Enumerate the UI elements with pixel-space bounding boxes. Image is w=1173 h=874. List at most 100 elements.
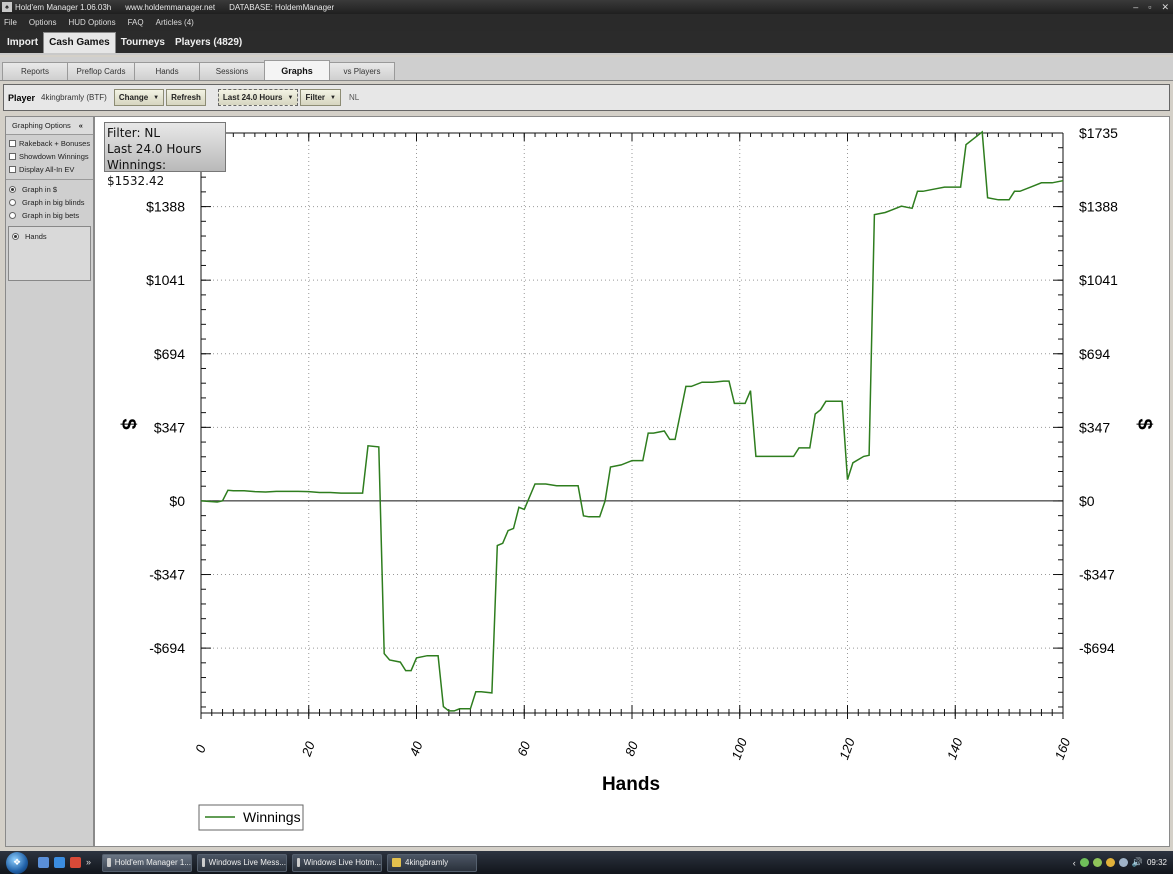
taskbar-item-label: Windows Live Mess...: [208, 858, 286, 867]
chevron-down-icon: ▼: [330, 94, 336, 101]
window-titlebar: ♠ Hold'em Manager 1.06.03h www.holdemman…: [0, 0, 1173, 14]
network-icon[interactable]: [1079, 858, 1089, 867]
x-tick-label: 0: [192, 742, 209, 755]
radio-icon: [9, 199, 16, 206]
menu-file[interactable]: File: [4, 18, 17, 27]
graph-in-big-bets-radio[interactable]: Graph in big bets: [6, 209, 93, 222]
menu-articles[interactable]: Articles (4): [156, 18, 194, 27]
more-icon[interactable]: »: [86, 857, 97, 868]
clock[interactable]: 09:32: [1147, 858, 1167, 867]
main-tabs: Import Cash Games Tourneys Players (4829…: [0, 31, 1173, 55]
graphing-options-header: Graphing Options «: [6, 117, 93, 135]
chevron-down-icon: ▼: [287, 94, 294, 101]
y-axis-label-right: $: [1133, 418, 1155, 429]
subtab-vs-players[interactable]: vs Players: [329, 62, 395, 80]
app-icon[interactable]: [70, 857, 81, 868]
subtab-graphs[interactable]: Graphs: [264, 60, 330, 80]
monitor-icon[interactable]: [1118, 858, 1128, 867]
graph-in-big-blinds-label: Graph in big blinds: [22, 198, 85, 207]
rakeback-label: Rakeback + Bonuses: [19, 139, 91, 148]
graph-in-dollars-label: Graph in $: [22, 185, 58, 194]
tab-tourneys[interactable]: Tourneys: [116, 33, 170, 53]
graph-in-dollars-radio[interactable]: Graph in $: [6, 183, 93, 196]
y-tick-label-left: $1041: [146, 272, 185, 288]
player-name: 4kingbramly (BTF): [41, 93, 107, 102]
refresh-button[interactable]: Refresh: [166, 89, 206, 106]
time-range-label: Last 24.0 Hours: [222, 93, 283, 102]
info-range: Last 24.0 Hours: [107, 142, 202, 156]
menu-options[interactable]: Options: [29, 18, 57, 27]
close-icon[interactable]: ✕: [1161, 2, 1169, 13]
tab-players[interactable]: Players (4829): [170, 33, 247, 53]
subtab-reports[interactable]: Reports: [2, 62, 68, 80]
y-tick-label-left: -$347: [149, 567, 185, 583]
website-link[interactable]: www.holdemmanager.net: [125, 3, 215, 12]
x-axis-options-box: Hands: [8, 226, 91, 281]
taskbar-item-hotmail[interactable]: Windows Live Hotm...: [292, 853, 382, 872]
volume-icon[interactable]: 🔊: [1132, 857, 1143, 868]
ie-icon[interactable]: [54, 857, 65, 868]
info-winnings: Winnings: $1532.42: [107, 158, 166, 188]
summary-info-box: Filter: NL Last 24.0 Hours Winnings: $15…: [104, 122, 226, 188]
all-in-ev-label: Display All-In EV: [19, 165, 75, 174]
show-desktop-icon[interactable]: [38, 857, 49, 868]
radio-icon: [12, 233, 19, 240]
showdown-winnings-checkbox[interactable]: Showdown Winnings: [6, 150, 93, 163]
database-label: DATABASE: HoldemManager: [229, 2, 335, 12]
y-tick-label-right: $694: [1079, 346, 1110, 362]
radio-icon: [9, 212, 16, 219]
y-tick-label-left: $347: [154, 419, 185, 435]
tray-app-icon[interactable]: [1092, 858, 1102, 867]
minimize-icon[interactable]: –: [1133, 2, 1138, 12]
info-filter: Filter: NL: [107, 126, 161, 140]
refresh-button-label: Refresh: [171, 93, 201, 102]
menu-faq[interactable]: FAQ: [128, 18, 144, 27]
y-axis-label-left: $: [117, 418, 139, 429]
legend: Winnings: [198, 804, 304, 831]
checkbox-icon: [9, 140, 16, 147]
start-button[interactable]: ❖: [6, 851, 28, 874]
quick-launch: »: [38, 857, 97, 868]
collapse-icon[interactable]: «: [79, 121, 83, 130]
graph-in-big-blinds-radio[interactable]: Graph in big blinds: [6, 196, 93, 209]
maximize-icon[interactable]: ▫: [1148, 2, 1151, 12]
taskbar-item-label: Windows Live Hotm...: [303, 858, 381, 867]
grid: [200, 132, 1064, 713]
filter-button[interactable]: Filter ▼: [300, 89, 341, 106]
checkbox-icon: [9, 166, 16, 173]
subtab-hands[interactable]: Hands: [134, 62, 200, 80]
taskbar-item-label: 4kingbramly: [405, 858, 449, 867]
winnings-chart: 0 20 40 60 80 100 120 140 160 -$694 -$694 -$347 -$34…: [117, 125, 1155, 831]
x-axis-hands-radio[interactable]: Hands: [9, 230, 90, 243]
taskbar: ❖ » Hold'em Manager 1... Windows Live Me…: [0, 851, 1173, 874]
app-icon: ♠: [2, 2, 12, 12]
menu-hud-options[interactable]: HUD Options: [68, 18, 115, 27]
system-tray: ‹ 🔊 09:32: [1073, 851, 1167, 874]
y-tick-label-right: -$347: [1079, 567, 1115, 583]
taskbar-item-messenger[interactable]: Windows Live Mess...: [197, 853, 287, 872]
x-tick-label: 80: [622, 739, 641, 758]
graphing-options-panel: Graphing Options « Rakeback + Bonuses Sh…: [5, 116, 94, 847]
subtab-sessions[interactable]: Sessions: [199, 62, 265, 80]
all-in-ev-checkbox[interactable]: Display All-In EV: [6, 163, 93, 176]
menu-bar: File Options HUD Options FAQ Articles (4…: [0, 14, 1173, 31]
subtab-preflop-cards[interactable]: Preflop Cards: [67, 62, 135, 80]
showdown-winnings-label: Showdown Winnings: [19, 152, 89, 161]
time-range-dropdown[interactable]: Last 24.0 Hours ▼: [217, 89, 299, 106]
player-bar: Player 4kingbramly (BTF) Change ▼ Refresh…: [3, 84, 1170, 111]
sub-tabs: Reports Preflop Cards Hands Sessions Gra…: [0, 57, 1173, 81]
tab-cash-games[interactable]: Cash Games: [43, 32, 116, 53]
y-tick-label-left: -$694: [149, 640, 185, 656]
taskbar-item-holdem-manager[interactable]: Hold'em Manager 1...: [102, 853, 192, 872]
x-tick-label: 160: [1052, 735, 1074, 761]
taskbar-item-folder[interactable]: 4kingbramly: [387, 853, 477, 872]
rakeback-checkbox[interactable]: Rakeback + Bonuses: [6, 137, 93, 150]
graphing-options-title: Graphing Options: [12, 121, 71, 130]
y-tick-label-right: $0: [1079, 493, 1095, 509]
change-button[interactable]: Change ▼: [113, 89, 165, 106]
tray-expand-icon[interactable]: ‹: [1073, 858, 1076, 868]
shield-icon[interactable]: [1105, 858, 1115, 867]
x-axis-label: Hands: [602, 774, 660, 795]
tab-import[interactable]: Import: [2, 33, 43, 53]
taskbar-item-label: Hold'em Manager 1...: [114, 858, 191, 867]
